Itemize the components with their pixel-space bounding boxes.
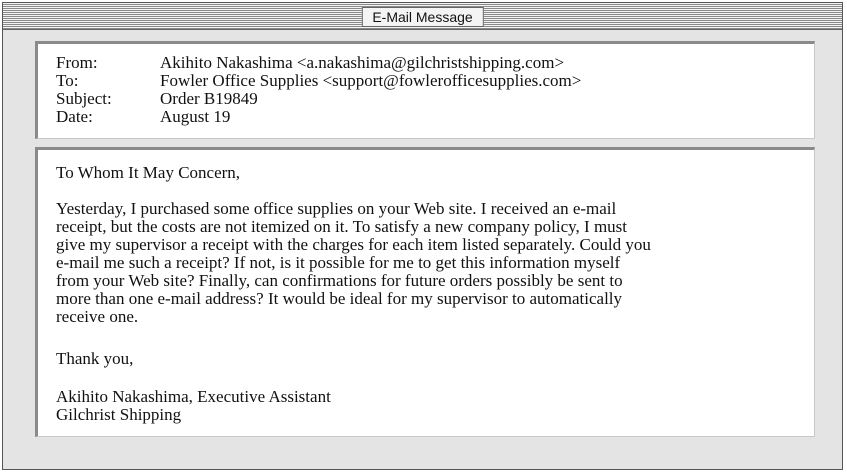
- message-paragraph: Yesterday, I purchased some office suppl…: [56, 200, 776, 326]
- greeting: To Whom It May Concern,: [56, 163, 241, 182]
- window-title: E-Mail Message: [361, 7, 484, 27]
- message-line: more than one e-mail address? It would b…: [56, 289, 623, 308]
- email-window: E-Mail Message From: Akihito Nakashima <a…: [2, 2, 843, 470]
- message-line: from your Web site? Finally, can confirm…: [56, 271, 623, 290]
- to-row: To: Fowler Office Supplies <support@fowle…: [56, 72, 581, 90]
- subject-label: Subject:: [56, 89, 112, 108]
- from-value: Akihito Nakashima <a.nakashima@gilchrist…: [160, 53, 565, 72]
- message-line: give my supervisor a receipt with the ch…: [56, 235, 651, 254]
- from-label: From:: [56, 53, 98, 72]
- to-label: To:: [56, 71, 79, 90]
- message-line: Yesterday, I purchased some office suppl…: [56, 199, 617, 218]
- subject-value: Order B19849: [160, 89, 258, 108]
- date-row: Date: August 19: [56, 108, 230, 126]
- closing: Thank you,: [56, 349, 134, 368]
- date-value: August 19: [160, 107, 231, 126]
- email-header-panel: From: Akihito Nakashima <a.nakashima@gilc…: [35, 41, 815, 139]
- email-body-panel: To Whom It May Concern, Yesterday, I pur…: [35, 147, 815, 437]
- signature-company: Gilchrist Shipping: [56, 405, 182, 424]
- to-value: Fowler Office Supplies <support@fowlerof…: [160, 71, 582, 90]
- message-line: receipt, but the costs are not itemized …: [56, 217, 628, 236]
- subject-row: Subject: Order B19849: [56, 90, 258, 108]
- title-bar: E-Mail Message: [3, 3, 842, 30]
- signature-name: Akihito Nakashima, Executive Assistant: [56, 387, 331, 406]
- from-row: From: Akihito Nakashima <a.nakashima@gilc…: [56, 54, 564, 72]
- message-line: e-mail me such a receipt? If not, is it …: [56, 253, 621, 272]
- message-line: receive one.: [56, 307, 139, 326]
- date-label: Date:: [56, 107, 93, 126]
